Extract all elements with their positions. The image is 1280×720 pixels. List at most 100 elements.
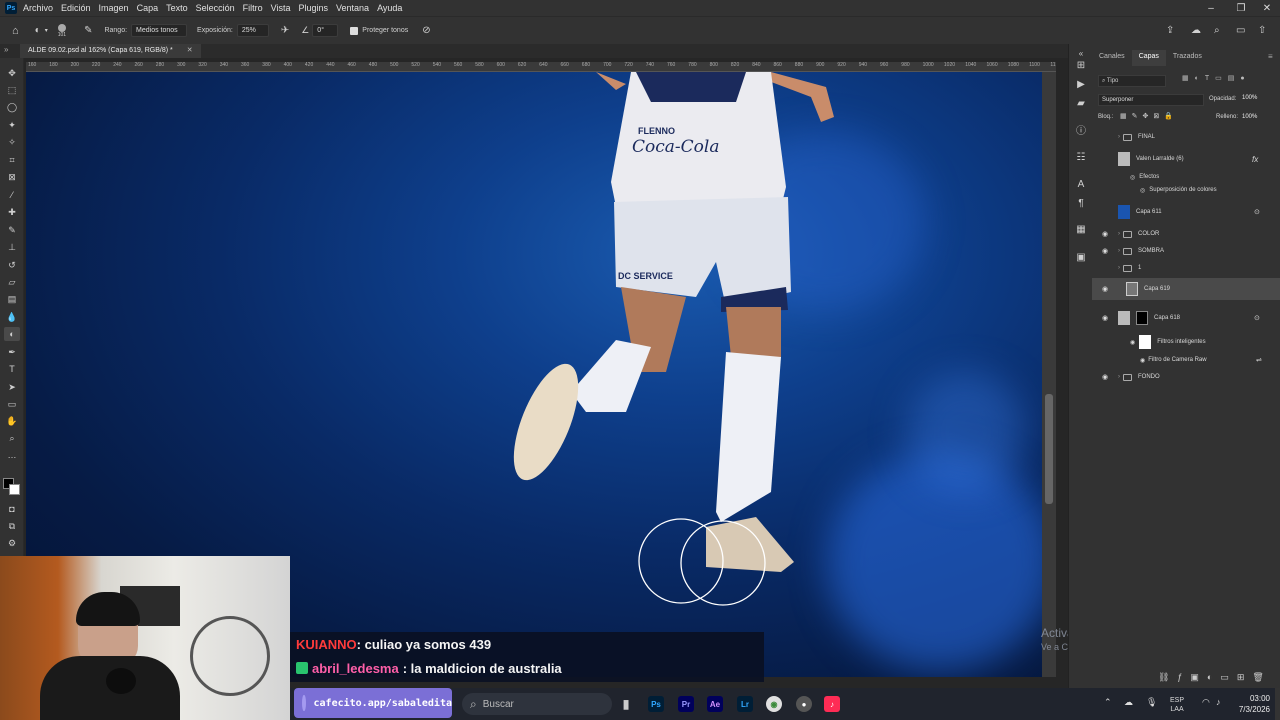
blend-mode-select[interactable]: Superponer — [1098, 94, 1204, 106]
scrollbar-thumb[interactable] — [1045, 394, 1053, 504]
photoshop-taskbar-icon[interactable]: Ps — [648, 696, 664, 712]
brush-tool-icon[interactable]: ✎ — [4, 223, 20, 237]
character-icon[interactable]: A — [1074, 177, 1088, 191]
layer-color[interactable]: ◉ › COLOR — [1092, 228, 1270, 240]
layer-fondo[interactable]: ◉ › FONDO — [1092, 371, 1270, 383]
canvas-vertical-scrollbar[interactable] — [1042, 72, 1056, 677]
quick-selection-icon[interactable]: ✧ — [4, 135, 20, 149]
clock[interactable]: 03:00 7/3/2026 — [1234, 693, 1270, 715]
screen-mode-icon[interactable]: ⧉ — [4, 519, 20, 533]
adjustments-icon[interactable]: ☷ — [1074, 150, 1088, 164]
close-icon[interactable]: ✕ — [1252, 0, 1280, 16]
tabs-menu-icon[interactable]: » — [4, 45, 8, 54]
move-tool-icon[interactable]: ✥ — [4, 66, 20, 80]
layer-filter-select[interactable]: ⌕ Tipo — [1098, 75, 1166, 87]
rectangle-tool-icon[interactable]: ▭ — [4, 397, 20, 411]
tray-chevron-icon[interactable]: ⌃ — [1104, 697, 1112, 708]
tiktok-taskbar-icon[interactable]: ♪ — [824, 696, 840, 712]
search-icon[interactable]: ⌕ — [1214, 25, 1220, 36]
chevron-right-icon[interactable]: › — [1118, 265, 1120, 271]
close-tab-icon[interactable]: ✕ — [187, 47, 193, 54]
task-view-icon[interactable]: ▮ — [618, 696, 634, 712]
menu-texto[interactable]: Texto — [166, 3, 188, 13]
properties-icon[interactable]: ▣ — [1074, 250, 1088, 264]
layer-effects-group[interactable]: ◎ Efectos — [1092, 172, 1270, 182]
tab-canales[interactable]: Canales — [1092, 50, 1132, 66]
tab-trazados[interactable]: Trazados — [1166, 50, 1209, 66]
filter-mask-thumbnail[interactable] — [1139, 335, 1152, 349]
dodge-tool-icon[interactable]: ◐ — [4, 327, 20, 341]
brush-settings-icon[interactable]: ✎ — [84, 25, 92, 36]
generative-icon[interactable]: ⚙ — [4, 536, 20, 550]
eye-icon[interactable]: ◉ — [1102, 373, 1108, 381]
angle-input[interactable]: 0° — [312, 24, 339, 37]
menu-ventana[interactable]: Ventana — [336, 3, 369, 13]
airbrush-icon[interactable]: ✈ — [281, 25, 289, 36]
obs-taskbar-icon[interactable]: ● — [796, 696, 812, 712]
marquee-tool-icon[interactable]: ⬚ — [4, 83, 20, 97]
frame-tool-icon[interactable]: ⊠ — [4, 170, 20, 184]
crop-tool-icon[interactable]: ⌗ — [4, 153, 20, 167]
pressure-size-icon[interactable]: ⊘ — [422, 25, 430, 36]
type-tool-icon[interactable]: T — [4, 362, 20, 376]
exposure-input[interactable]: 25% — [236, 24, 269, 37]
menu-imagen[interactable]: Imagen — [99, 3, 129, 13]
layer-capa-619[interactable]: ◉ Capa 619 — [1092, 278, 1280, 300]
cloud-icon[interactable]: ☁ — [1191, 25, 1201, 36]
chevron-right-icon[interactable]: › — [1118, 248, 1120, 254]
document-tab[interactable]: ALDE 09.02.psd al 162% (Capa 619, RGB/8)… — [20, 44, 201, 58]
chevron-right-icon[interactable]: › — [1118, 231, 1120, 237]
minimize-icon[interactable]: – — [1196, 0, 1226, 16]
eraser-tool-icon[interactable]: ▱ — [4, 275, 20, 289]
workspace-icon[interactable]: ▭ — [1236, 25, 1245, 36]
filter-options-icon[interactable]: ⇌ — [1256, 356, 1262, 364]
chrome-taskbar-icon[interactable]: ◉ — [766, 696, 782, 712]
dodge-tool-icon[interactable]: ◐ — [35, 25, 41, 36]
after-effects-taskbar-icon[interactable]: Ae — [707, 696, 723, 712]
menu-ayuda[interactable]: Ayuda — [377, 3, 402, 13]
menu-filtro[interactable]: Filtro — [243, 3, 263, 13]
tab-capas[interactable]: Capas — [1131, 50, 1166, 66]
healing-brush-icon[interactable]: ✚ — [4, 205, 20, 219]
eye-icon[interactable]: ◉ — [1140, 357, 1145, 364]
fx-icon[interactable]: fx — [1252, 155, 1258, 164]
lasso-tool-icon[interactable]: ◯ — [4, 100, 20, 114]
learn-icon[interactable]: ⊞ — [1074, 58, 1088, 72]
tray-mic-icon[interactable]: 🎙 — [1146, 697, 1157, 708]
info-icon[interactable]: ⓘ — [1074, 122, 1088, 137]
layer-1[interactable]: › 1 — [1092, 262, 1270, 274]
layer-mask-thumbnail[interactable] — [1136, 311, 1148, 325]
layer-effect-color-overlay[interactable]: ◎ Superposición de colores — [1092, 185, 1270, 195]
range-select[interactable]: Medios tonos — [131, 24, 188, 37]
layer-filter-icons[interactable]: ▦◐T▭▤● — [1182, 74, 1251, 82]
opacity-input[interactable]: 100% — [1242, 95, 1257, 101]
eye-icon[interactable]: ◉ — [1130, 339, 1135, 346]
menu-vista[interactable]: Vista — [271, 3, 291, 13]
clone-stamp-icon[interactable]: ⊥ — [4, 240, 20, 254]
menu-edicion[interactable]: Edición — [61, 3, 91, 13]
menu-archivo[interactable]: Archivo — [23, 3, 53, 13]
eye-icon[interactable]: ◉ — [1102, 247, 1108, 255]
share-document-icon[interactable]: ⇧ — [1258, 25, 1266, 36]
hand-tool-icon[interactable]: ✋ — [4, 414, 20, 428]
menu-seleccion[interactable]: Selección — [196, 3, 235, 13]
eyedropper-tool-icon[interactable]: ⁄ — [4, 188, 20, 202]
zoom-tool-icon[interactable]: ⌕ — [4, 431, 20, 445]
lock-icons[interactable]: ▦✎✥⊠🔒 — [1120, 112, 1178, 120]
eye-icon[interactable]: ◉ — [1102, 230, 1108, 238]
fill-input[interactable]: 100% — [1242, 114, 1257, 120]
eye-icon[interactable]: ◉ — [1102, 285, 1108, 293]
layer-actions-bar[interactable]: ⛓ƒ▣◐▭⊞🗑 — [1158, 672, 1272, 683]
chevron-down-icon[interactable]: ▾ — [45, 27, 48, 34]
layer-final[interactable]: › FINAL — [1092, 131, 1270, 143]
path-selection-icon[interactable]: ➤ — [4, 380, 20, 394]
eye-icon[interactable]: ◉ — [1102, 314, 1108, 322]
protect-tones-checkbox[interactable] — [350, 26, 359, 35]
layers-scrollbar[interactable] — [1270, 54, 1276, 654]
layer-smart-filters[interactable]: ◉ Filtros inteligentes — [1092, 333, 1270, 351]
chevron-right-icon[interactable]: › — [1118, 374, 1120, 380]
comments-icon[interactable]: ▰ — [1074, 96, 1088, 110]
history-brush-icon[interactable]: ↺ — [4, 258, 20, 272]
tray-network-icon[interactable]: ☁ — [1124, 697, 1133, 708]
play-icon[interactable]: ▶ — [1074, 77, 1088, 91]
